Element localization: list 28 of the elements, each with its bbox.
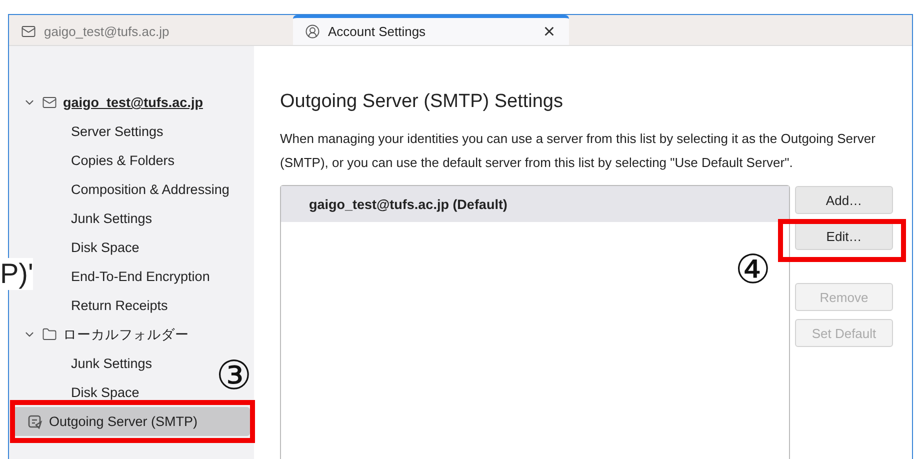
account-icon xyxy=(305,24,320,39)
sidebar-item[interactable]: Outgoing Server (SMTP) xyxy=(13,407,250,436)
sidebar-item[interactable]: Return Receipts xyxy=(71,291,172,320)
sidebar-item[interactable]: Disk Space xyxy=(71,378,144,407)
description: When managing your identities you can use a server from this list by selecting it as the Outgoing Server (SMTP), or you can use the default server from this list by selecting "Use Default Server". xyxy=(280,130,876,172)
background-text: P)' xyxy=(0,258,34,290)
server-item[interactable]: gaigo_test@tufs.ac.jp (Default) xyxy=(281,186,789,222)
sidebar-item[interactable]: Junk Settings xyxy=(71,204,156,233)
sidebar-item[interactable]: Composition & Addressing xyxy=(71,175,234,204)
folder-icon xyxy=(42,327,57,342)
callout-number: ④ xyxy=(735,250,771,290)
sidebar-item[interactable]: Copies & Folders xyxy=(71,146,179,175)
sidebar-item[interactable]: End-To-End Encryption xyxy=(71,262,214,291)
sidebar-item[interactable]: Server Settings xyxy=(71,117,168,146)
tab[interactable]: gaigo_test@tufs.ac.jp xyxy=(9,15,293,45)
sidebar-item[interactable]: Disk Space xyxy=(71,233,144,262)
callout-number: ③ xyxy=(216,356,252,396)
sidebar-item[interactable]: Junk Settings xyxy=(71,349,156,378)
action-button[interactable]: Add… xyxy=(795,186,893,214)
action-button[interactable]: Edit… xyxy=(795,222,893,250)
outbox-icon xyxy=(27,414,43,430)
tab[interactable]: Account Settings × xyxy=(293,15,569,45)
account-item[interactable]: gaigo_test@tufs.ac.jp xyxy=(23,88,207,117)
envelope-icon xyxy=(42,95,57,110)
close-button[interactable]: × xyxy=(541,22,557,42)
account-item[interactable]: ローカルフォルダー xyxy=(23,320,193,349)
envelope-icon xyxy=(21,24,36,39)
page-title: Outgoing Server (SMTP) Settings xyxy=(280,90,564,114)
